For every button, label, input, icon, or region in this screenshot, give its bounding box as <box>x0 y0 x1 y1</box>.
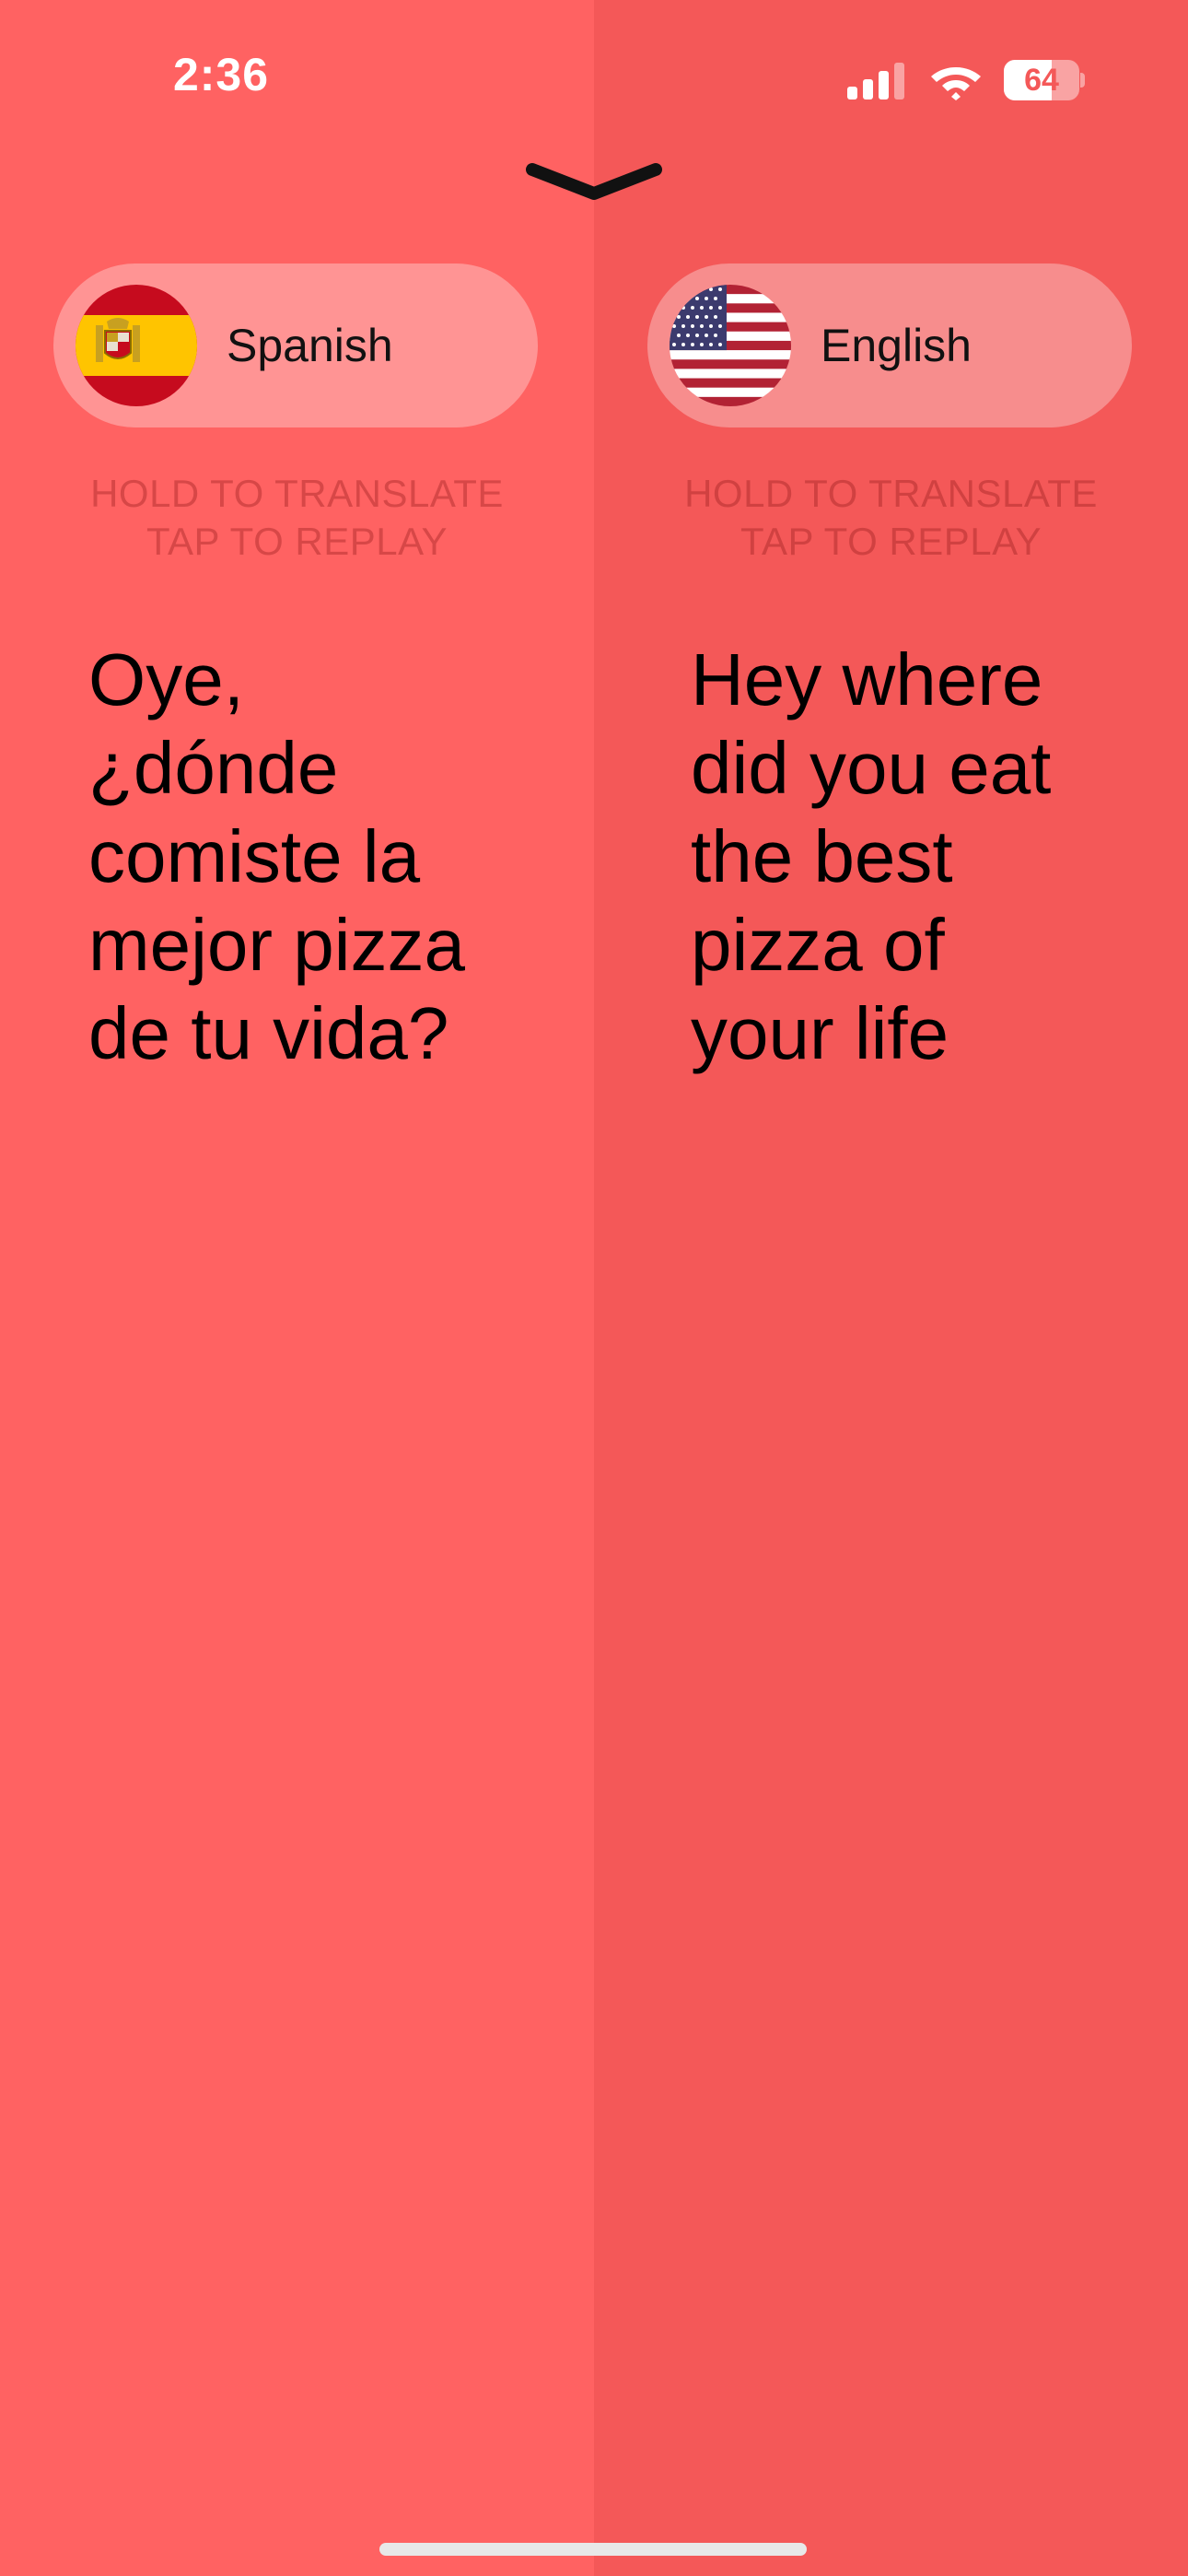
home-indicator[interactable] <box>379 2543 807 2556</box>
spanish-language-selector[interactable]: Spanish <box>53 263 538 427</box>
phrase-line: the best <box>691 815 953 897</box>
english-hint: HOLD TO TRANSLATE TAP TO REPLAY <box>594 470 1188 566</box>
english-language-label: English <box>821 320 972 371</box>
tap-to-replay-hint: TAP TO REPLAY <box>740 520 1042 563</box>
phrase-line: mejor pizza <box>88 904 466 986</box>
english-phrase[interactable]: Hey where did you eat the best pizza of … <box>691 636 1133 1078</box>
usa-flag-icon <box>670 285 791 406</box>
spanish-language-label: Spanish <box>227 320 393 371</box>
chevron-down-icon[interactable] <box>525 158 663 206</box>
battery-icon: 64 <box>1004 60 1085 100</box>
phrase-line: Hey where <box>691 638 1043 720</box>
tap-to-replay-hint: TAP TO REPLAY <box>146 520 448 563</box>
spanish-phrase[interactable]: Oye, ¿dónde comiste la mejor pizza de tu… <box>88 636 530 1078</box>
status-icons: 64 <box>847 57 1085 103</box>
phrase-line: Oye, <box>88 638 244 720</box>
cellular-signal-icon <box>847 63 904 100</box>
phrase-line: comiste la <box>88 815 421 897</box>
phrase-line: de tu vida? <box>88 992 449 1074</box>
battery-percent: 64 <box>1024 63 1059 98</box>
wifi-icon <box>931 67 981 100</box>
hold-to-translate-hint: HOLD TO TRANSLATE <box>684 472 1098 515</box>
spanish-hint: HOLD TO TRANSLATE TAP TO REPLAY <box>0 470 594 566</box>
phrase-line: did you eat <box>691 727 1052 809</box>
phrase-line: ¿dónde <box>88 727 339 809</box>
phrase-line: your life <box>691 992 949 1074</box>
hold-to-translate-hint: HOLD TO TRANSLATE <box>90 472 504 515</box>
status-time: 2:36 <box>172 49 270 100</box>
phrase-line: pizza of <box>691 904 945 986</box>
spain-flag-icon <box>76 285 197 406</box>
english-language-selector[interactable]: English <box>647 263 1132 427</box>
